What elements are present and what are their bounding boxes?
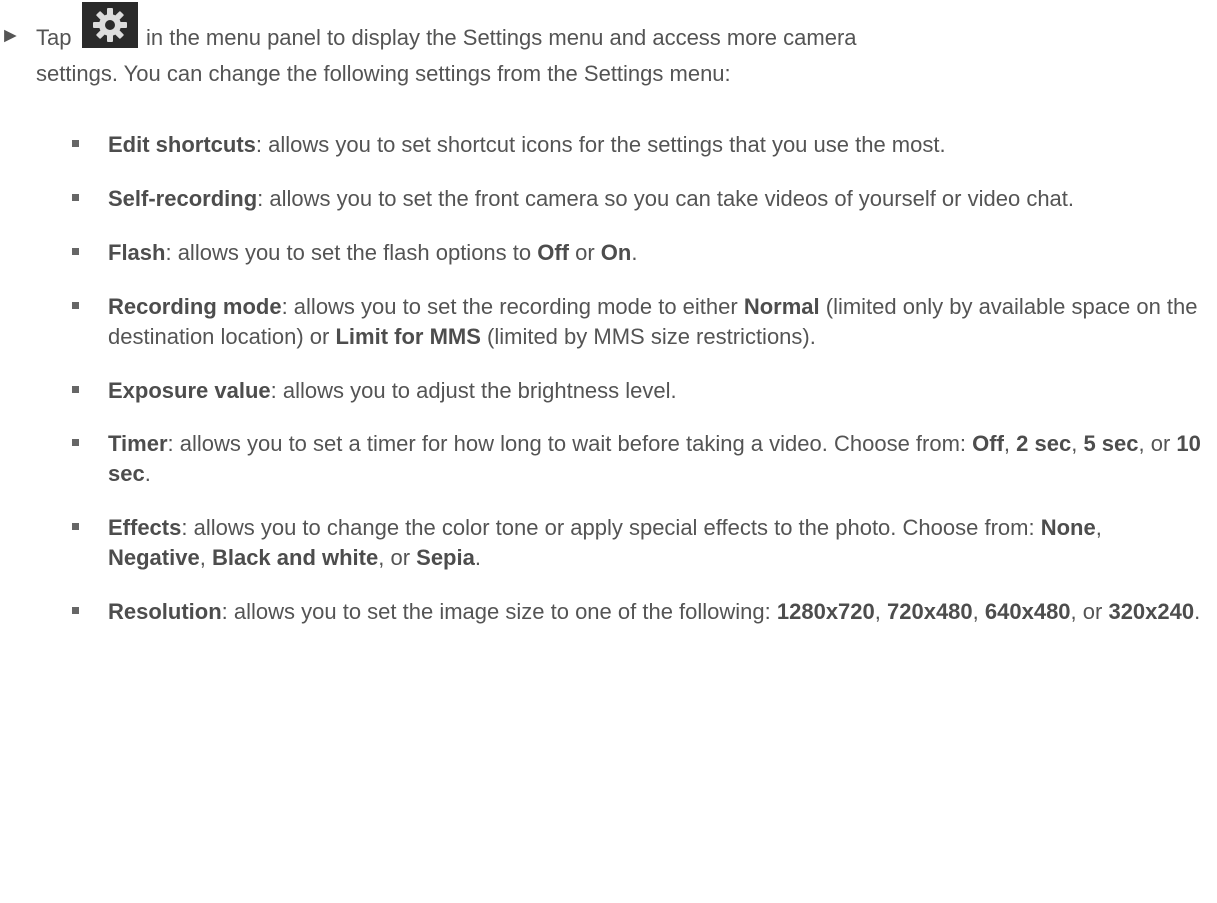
intro-text: Tap in the menu panel to display the Set… [36,2,1196,86]
item-option: Off [537,239,569,265]
item-option: Sepia [416,545,475,571]
item-separator: , or [1070,599,1109,625]
item-option: 640x480 [984,599,1071,625]
item-term: Edit shortcuts [108,132,256,157]
item-term: Exposure value [108,377,271,403]
item-desc: : allows you to set the front camera so … [257,185,1075,211]
square-bullet-icon [72,523,79,531]
square-bullet-icon [72,607,79,615]
item-desc: : allows you to set a timer for how long… [167,431,973,457]
item-option: 320x240 [1108,599,1195,625]
item-term: Effects [108,515,182,541]
item-option: None [1040,515,1096,541]
list-item-flash: Flash: allows you to set the flash optio… [72,238,1202,268]
item-separator: , [1003,431,1017,457]
arrow-bullet-icon: ► [0,24,21,47]
item-option: 2 sec [1016,431,1072,457]
item-option: Negative [108,545,200,571]
item-option: 5 sec [1083,431,1139,457]
list-item-recording-mode: Recording mode: allows you to set the re… [72,292,1202,352]
square-bullet-icon [72,247,79,255]
item-desc: : allows you to adjust the brightness le… [270,377,677,403]
item-separator: , [1095,515,1102,541]
item-term: Recording mode [108,293,282,319]
item-desc: : allows you to set the image size to on… [221,599,777,625]
item-separator: , [1071,431,1084,457]
item-term: Self-recording [108,185,258,211]
item-option: 1280x720 [776,599,875,625]
item-option: On [600,239,632,265]
item-separator: or [569,239,601,265]
item-term: Timer [108,431,168,457]
item-option: Limit for MMS [335,323,481,349]
item-term: Flash [108,239,166,265]
item-desc: : allows you to set the recording mode t… [281,293,744,319]
list-item-self-recording: Self-recording: allows you to set the fr… [72,184,1202,214]
item-option: Black and white [211,545,379,571]
item-desc: : allows you to set the flash options to [165,239,538,265]
square-bullet-icon [72,301,79,309]
item-separator: , or [1138,431,1177,457]
item-separator: , [972,599,985,625]
square-bullet-icon [72,439,79,447]
intro-line-2: settings. You can change the following s… [36,61,731,86]
item-desc: : allows you to set shortcut icons for t… [255,132,946,157]
item-desc: : allows you to change the color tone or… [181,515,1041,541]
item-separator: , [874,599,887,625]
item-option: 720x480 [887,599,973,625]
list-item-edit-shortcuts: Edit shortcuts: allows you to set shortc… [72,130,1202,160]
settings-list: Edit shortcuts: allows you to set shortc… [72,130,1202,651]
list-item-timer: Timer: allows you to set a timer for how… [72,429,1202,489]
item-separator: , or [378,545,417,571]
square-bullet-icon [72,193,79,201]
item-end: . [474,545,481,571]
list-item-effects: Effects: allows you to change the color … [72,513,1202,573]
gear-icon-svg [93,8,127,42]
item-end: . [1194,599,1201,625]
list-item-resolution: Resolution: allows you to set the image … [72,597,1202,627]
item-option: Off [972,431,1004,457]
item-separator: , [199,545,212,571]
item-end: . [631,239,638,265]
intro-line-1: Tap in the menu panel to display the Set… [36,2,1196,57]
item-end: . [144,461,151,487]
list-item-exposure-value: Exposure value: allows you to adjust the… [72,376,1202,406]
square-bullet-icon [72,385,79,393]
gear-icon [82,2,138,48]
intro-tap: Tap [36,25,72,50]
item-term: Resolution [108,599,222,625]
item-option: Normal [743,293,820,319]
item-desc: (limited by MMS size restrictions). [480,323,816,349]
intro-after-icon: in the menu panel to display the Setting… [146,25,857,50]
square-bullet-icon [72,140,79,147]
